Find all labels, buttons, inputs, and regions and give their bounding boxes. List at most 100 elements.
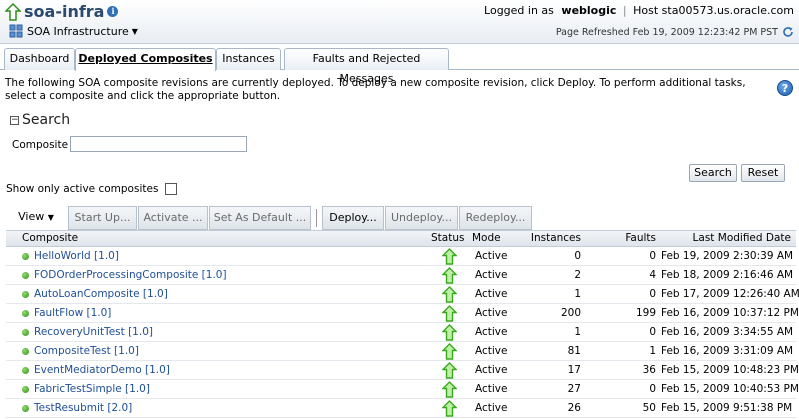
instances-cell: 200 [560,307,581,319]
status-dot-icon [22,348,29,355]
title-row: soa-infra i [5,2,119,21]
mode-cell: Active [475,288,508,300]
table-header: Composite Status Mode Instances Faults L… [6,230,796,247]
reset-button[interactable]: Reset [741,164,785,182]
composites-table: Composite Status Mode Instances Faults L… [6,230,799,418]
set-as-default-button[interactable]: Set As Default ... [209,206,311,230]
table-body: HelloWorld [1.0] Active 0 0 Feb 19, 2009 2:3… [6,247,799,418]
status-dot-icon [22,386,29,393]
instances-cell: 1 [574,326,581,338]
status-dot-icon [22,367,29,374]
table-row[interactable]: EventMediatorDemo [1.0] Active 17 36 Feb 15,… [6,361,799,380]
composite-link[interactable]: AutoLoanComposite [1.0] [34,288,168,300]
column-header-status[interactable]: Status [431,232,464,244]
last-modified-cell: Feb 16, 2009 3:31:09 AM [661,345,794,357]
column-header-mode[interactable]: Mode [472,232,501,244]
composite-label: Composite [12,139,69,151]
tab-dashboard[interactable]: Dashboard [4,48,75,70]
activate-button[interactable]: Activate ... [138,206,208,230]
composite-link[interactable]: RecoveryUnitTest [1.0] [34,326,153,338]
mode-cell: Active [475,383,508,395]
instances-cell: 1 [574,288,581,300]
last-modified-cell: Feb 16, 2009 10:37:12 PM [661,307,799,319]
instances-cell: 17 [567,364,581,376]
last-modified-cell: Feb 18, 2009 2:16:46 AM [661,269,794,281]
instances-cell: 2 [574,269,581,281]
chevron-down-icon: ▼ [47,213,54,222]
composite-link[interactable]: EventMediatorDemo [1.0] [34,364,170,376]
column-header-faults[interactable]: Faults [586,232,656,244]
tab-deployed-composites[interactable]: Deployed Composites [75,48,216,71]
info-icon[interactable]: i [107,6,119,17]
table-row[interactable]: RecoveryUnitTest [1.0] Active 1 0 Feb 16, 20… [6,323,796,342]
username: weblogic [561,4,617,17]
composite-link[interactable]: FaultFlow [1.0] [34,307,111,319]
composite-link[interactable]: HelloWorld [1.0] [34,250,119,262]
instances-cell: 26 [567,402,581,414]
faults-cell: 4 [649,269,656,281]
deploy-button[interactable]: Deploy... [322,206,384,230]
instances-cell: 81 [567,345,581,357]
faults-cell: 50 [642,402,656,414]
last-modified-cell: Feb 17, 2009 12:26:40 AM [661,288,799,300]
start-up-button[interactable]: Start Up... [68,206,137,230]
up-arrow-icon [442,267,457,284]
last-modified-cell: Feb 19, 2009 2:30:39 AM [661,250,794,262]
tab-instances[interactable]: Instances [216,48,281,70]
mode-cell: Active [475,326,508,338]
search-button[interactable]: Search [689,164,737,182]
up-arrow-icon [442,400,457,417]
target-menu-label: SOA Infrastructure [27,24,129,38]
up-arrow-icon [442,248,457,265]
column-header-instances[interactable]: Instances [516,232,581,244]
tab-bar: Dashboard Deployed Composites Instances … [0,44,799,85]
table-row[interactable]: FODOrderProcessingComposite [1.0] Active 2… [6,266,796,285]
table-row[interactable]: FaultFlow [1.0] Active 200 199 Feb 16, 2009 … [6,304,799,323]
composite-link[interactable]: CompositeTest [1.0] [34,345,139,357]
search-section-header[interactable]: − Search [10,112,70,128]
composite-link[interactable]: FODOrderProcessingComposite [1.0] [34,269,227,281]
search-heading: Search [22,112,71,128]
last-modified-cell: Feb 15, 2009 10:40:53 PM [661,383,799,395]
host-label: Host [633,4,659,17]
table-row[interactable]: FabricTestSimple [1.0] Active 27 0 Feb 15, 2… [6,380,799,399]
status-dot-icon [22,253,29,260]
mode-cell: Active [475,250,508,262]
faults-cell: 1 [649,345,656,357]
view-menu-label: View [18,210,45,223]
tab-deployed-composites-label: Deployed Composites [78,52,213,65]
mode-cell: Active [475,269,508,281]
column-header-last-modified[interactable]: Last Modified Date [661,232,791,244]
active-only-checkbox[interactable] [165,183,178,195]
up-arrow-icon [442,362,457,379]
active-only-label: Show only active composites [6,183,159,195]
composite-link[interactable]: FabricTestSimple [1.0] [34,383,150,395]
instances-cell: 27 [567,383,581,395]
composite-link[interactable]: TestResubmit [2.0] [34,402,132,414]
host-name: sta00573.us.oracle.com [661,4,794,17]
refresh-icon[interactable] [782,26,794,38]
mode-cell: Active [475,345,508,357]
mode-cell: Active [475,307,508,319]
tab-faults[interactable]: Faults and Rejected Messages [284,48,449,85]
soa-infrastructure-icon [9,24,23,38]
target-menu[interactable]: SOA Infrastructure ▼ [9,24,138,38]
logged-in-label: Logged in as [484,4,554,17]
view-menu[interactable]: View ▼ [6,206,66,230]
last-modified-cell: Feb 16, 2009 3:34:55 AM [661,326,794,338]
faults-cell: 36 [642,364,656,376]
table-row[interactable]: HelloWorld [1.0] Active 0 0 Feb 19, 2009 2:3… [6,247,796,266]
page-refreshed: Page Refreshed Feb 19, 2009 12:23:42 PM … [556,26,794,38]
page-header: soa-infra i SOA Infrastructure ▼ Logged … [0,0,799,44]
collapse-icon[interactable]: − [10,115,19,125]
status-dot-icon [22,310,29,317]
table-row[interactable]: AutoLoanComposite [1.0] Active 1 0 Feb 17, 2… [6,285,799,304]
redeploy-button[interactable]: Redeploy... [459,206,532,230]
composite-search-input[interactable] [70,136,247,152]
undeploy-button[interactable]: Undeploy... [385,206,458,230]
help-icon[interactable]: ? [777,80,793,96]
column-header-composite[interactable]: Composite [22,232,78,244]
table-row[interactable]: CompositeTest [1.0] Active 81 1 Feb 16, 2009… [6,342,796,361]
page-title: soa-infra [24,2,105,21]
table-row[interactable]: TestResubmit [2.0] Active 26 50 Feb 15, 2009… [6,399,796,418]
